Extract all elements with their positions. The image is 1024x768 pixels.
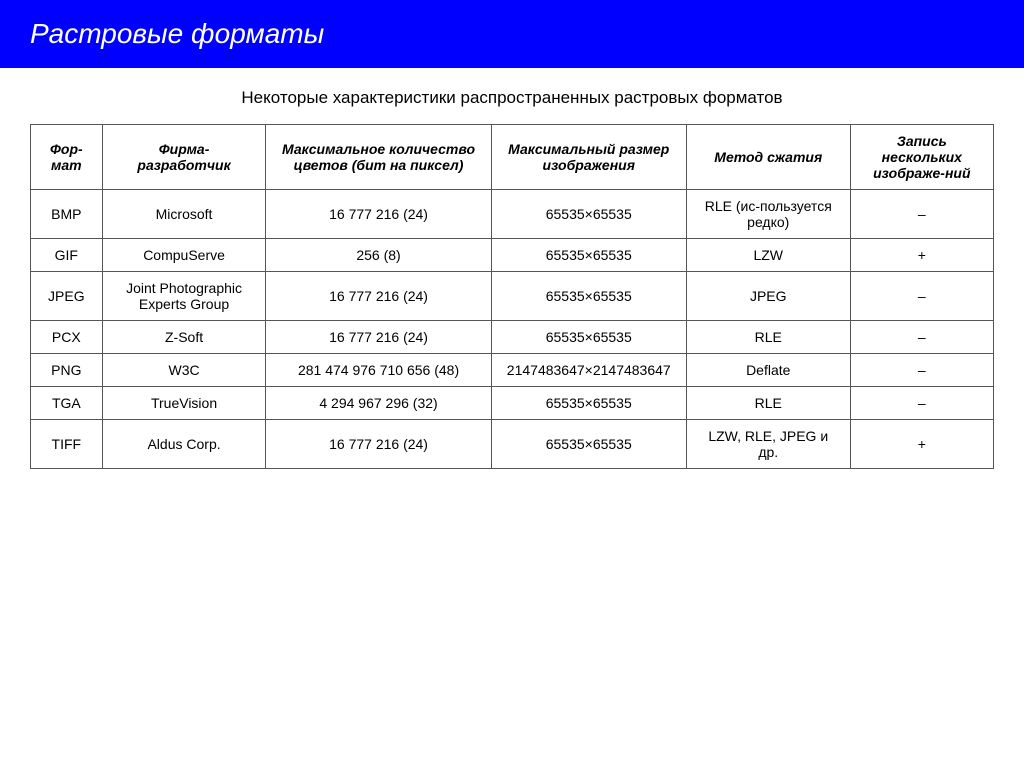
cell-company: Microsoft xyxy=(102,190,266,239)
cell-company: CompuServe xyxy=(102,239,266,272)
page-title: Растровые форматы xyxy=(30,18,994,50)
table-row: JPEGJoint Photographic Experts Group16 7… xyxy=(31,272,994,321)
table-row: PCXZ-Soft16 777 216 (24)65535×65535RLE– xyxy=(31,321,994,354)
cell-compress: RLE xyxy=(686,321,850,354)
cell-format: BMP xyxy=(31,190,103,239)
cell-format: PCX xyxy=(31,321,103,354)
cell-multi: – xyxy=(850,321,993,354)
cell-multi: + xyxy=(850,239,993,272)
table-row: PNGW3C281 474 976 710 656 (48)2147483647… xyxy=(31,354,994,387)
cell-size: 2147483647×2147483647 xyxy=(491,354,686,387)
table-header-row: Фор-мат Фирма-разработчик Максимальное к… xyxy=(31,125,994,190)
cell-multi: – xyxy=(850,272,993,321)
cell-colors: 281 474 976 710 656 (48) xyxy=(266,354,491,387)
col-header-size: Максимальный размер изображения xyxy=(491,125,686,190)
formats-table: Фор-мат Фирма-разработчик Максимальное к… xyxy=(30,124,994,469)
table-row: GIFCompuServe256 (8)65535×65535LZW+ xyxy=(31,239,994,272)
table-row: BMPMicrosoft16 777 216 (24)65535×65535RL… xyxy=(31,190,994,239)
cell-size: 65535×65535 xyxy=(491,387,686,420)
cell-size: 65535×65535 xyxy=(491,239,686,272)
cell-format: TIFF xyxy=(31,420,103,469)
cell-company: TrueVision xyxy=(102,387,266,420)
cell-size: 65535×65535 xyxy=(491,321,686,354)
col-header-multi: Запись нескольких изображе-ний xyxy=(850,125,993,190)
cell-format: PNG xyxy=(31,354,103,387)
cell-colors: 4 294 967 296 (32) xyxy=(266,387,491,420)
cell-format: JPEG xyxy=(31,272,103,321)
col-header-compress: Метод сжатия xyxy=(686,125,850,190)
cell-multi: – xyxy=(850,387,993,420)
table-row: TIFFAldus Corp.16 777 216 (24)65535×6553… xyxy=(31,420,994,469)
cell-compress: JPEG xyxy=(686,272,850,321)
cell-company: Aldus Corp. xyxy=(102,420,266,469)
table-subtitle: Некоторые характеристики распространенны… xyxy=(30,88,994,108)
main-content: Некоторые характеристики распространенны… xyxy=(0,88,1024,469)
cell-format: TGA xyxy=(31,387,103,420)
cell-colors: 16 777 216 (24) xyxy=(266,190,491,239)
cell-size: 65535×65535 xyxy=(491,272,686,321)
col-header-colors: Максимальное количество цветов (бит на п… xyxy=(266,125,491,190)
col-header-format: Фор-мат xyxy=(31,125,103,190)
cell-multi: – xyxy=(850,190,993,239)
cell-colors: 256 (8) xyxy=(266,239,491,272)
cell-colors: 16 777 216 (24) xyxy=(266,272,491,321)
cell-multi: + xyxy=(850,420,993,469)
cell-colors: 16 777 216 (24) xyxy=(266,321,491,354)
cell-company: Z-Soft xyxy=(102,321,266,354)
col-header-company: Фирма-разработчик xyxy=(102,125,266,190)
page-header: Растровые форматы xyxy=(0,0,1024,68)
cell-format: GIF xyxy=(31,239,103,272)
table-row: TGATrueVision4 294 967 296 (32)65535×655… xyxy=(31,387,994,420)
cell-multi: – xyxy=(850,354,993,387)
cell-size: 65535×65535 xyxy=(491,420,686,469)
cell-compress: RLE xyxy=(686,387,850,420)
cell-company: W3C xyxy=(102,354,266,387)
cell-size: 65535×65535 xyxy=(491,190,686,239)
cell-company: Joint Photographic Experts Group xyxy=(102,272,266,321)
cell-compress: RLE (ис-пользуется редко) xyxy=(686,190,850,239)
cell-compress: LZW xyxy=(686,239,850,272)
cell-compress: Deflate xyxy=(686,354,850,387)
cell-compress: LZW, RLE, JPEG и др. xyxy=(686,420,850,469)
cell-colors: 16 777 216 (24) xyxy=(266,420,491,469)
